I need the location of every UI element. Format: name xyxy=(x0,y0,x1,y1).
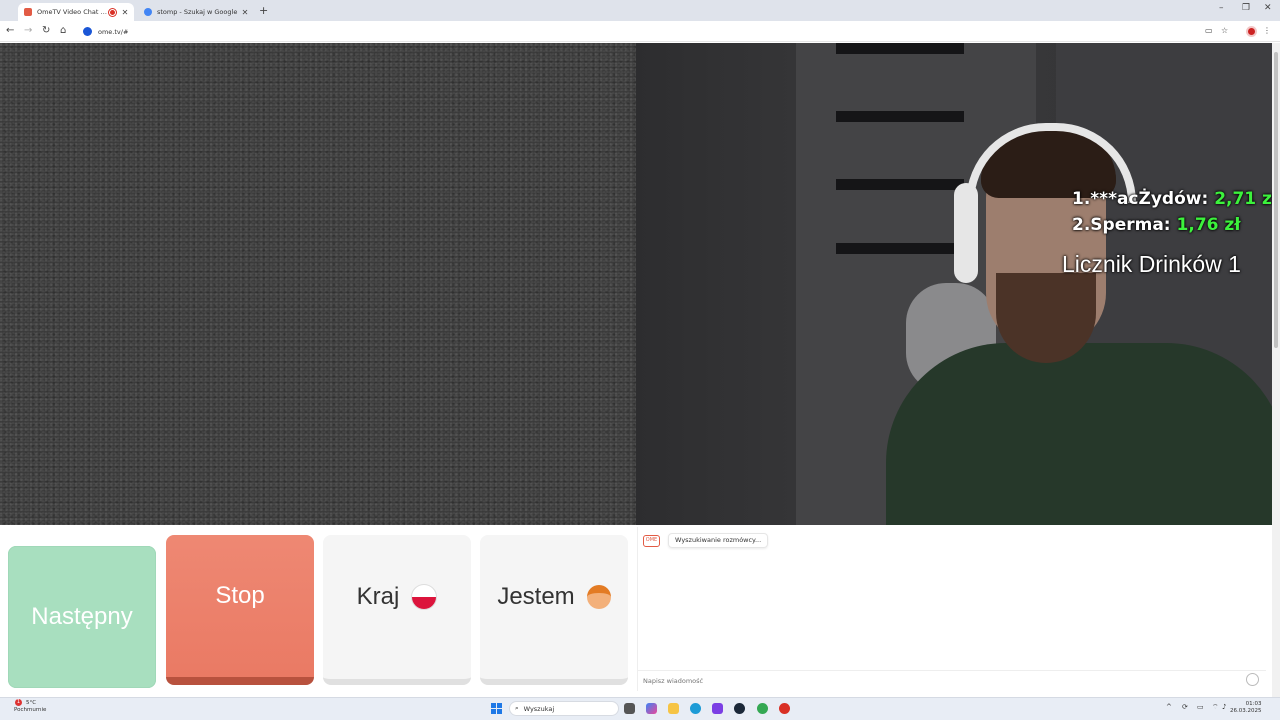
file-explorer-icon[interactable] xyxy=(668,703,679,714)
url-text: ome.tv/# xyxy=(98,27,129,36)
copilot-icon[interactable] xyxy=(646,703,657,714)
tray-display-icon[interactable]: ▭ xyxy=(1197,703,1204,711)
tab-title: stomp - Szukaj w Google xyxy=(157,8,238,16)
emoji-icon[interactable] xyxy=(1246,673,1259,686)
taskbar-search[interactable]: ⌕ Wyszukaj xyxy=(509,701,619,716)
bookmark-star-icon[interactable]: ☆ xyxy=(1221,26,1228,35)
search-icon: ⌕ xyxy=(515,704,519,712)
gender-label: Jestem xyxy=(497,583,575,610)
country-button[interactable]: Kraj xyxy=(323,535,471,685)
control-panel: Następny Stop Kraj Jestem xyxy=(0,525,636,695)
windows-start-icon[interactable] xyxy=(491,703,502,714)
messenger-icon[interactable] xyxy=(712,703,723,714)
maximize-icon[interactable]: ❐ xyxy=(1242,3,1250,13)
url-field[interactable]: ome.tv/# xyxy=(80,24,1200,39)
ometv-logo-icon: OME xyxy=(643,535,660,547)
tray-volume-icon[interactable]: ♪ xyxy=(1222,703,1226,711)
browser-tab-bar: OmeTV Video Chat — Ome ✕ stomp - Szukaj … xyxy=(0,0,1280,21)
stop-button[interactable]: Stop xyxy=(166,535,314,685)
close-window-icon[interactable]: ✕ xyxy=(1264,3,1272,13)
clock[interactable]: 01:03 26.03.2025 xyxy=(1230,701,1262,715)
back-icon[interactable]: ← xyxy=(6,25,14,36)
stranger-video xyxy=(0,43,636,525)
search-placeholder: Wyszukaj xyxy=(523,704,555,713)
tray-chevron-icon[interactable]: ^ xyxy=(1166,703,1172,711)
reload-icon[interactable]: ↻ xyxy=(42,25,50,36)
next-button[interactable]: Następny xyxy=(8,546,156,688)
leader-amount: 2,71 zł xyxy=(1214,189,1279,209)
tray-sync-icon[interactable]: ⟳ xyxy=(1182,703,1188,711)
edge-icon[interactable] xyxy=(690,703,701,714)
chat-message-input[interactable] xyxy=(638,670,1266,690)
boy-emoji-icon xyxy=(586,585,611,609)
task-view-icon[interactable] xyxy=(624,703,635,714)
leader-amount: 1,76 zł xyxy=(1176,215,1241,235)
forward-icon[interactable]: → xyxy=(24,25,32,36)
ometv-favicon-icon xyxy=(24,8,32,16)
address-bar-row: ← → ↻ ⌂ ome.tv/# ▭ ☆ ⋮ xyxy=(0,21,1280,42)
home-icon[interactable]: ⌂ xyxy=(60,25,66,36)
self-camera-video xyxy=(636,43,1272,525)
close-tab-icon[interactable]: ✕ xyxy=(240,8,250,17)
weather-description: Pochmurnie xyxy=(14,707,47,713)
menu-icon[interactable]: ⋮ xyxy=(1263,26,1271,35)
chrome-icon[interactable] xyxy=(757,703,768,714)
minimize-icon[interactable]: – xyxy=(1219,3,1224,13)
clock-date: 26.03.2025 xyxy=(1230,708,1262,714)
drinks-counter: Licznik Drinków 1 xyxy=(1062,251,1241,277)
scrollbar-thumb[interactable] xyxy=(1274,52,1278,348)
site-info-icon[interactable] xyxy=(83,27,92,36)
chat-panel: OME Wyszukiwanie rozmówcy... xyxy=(637,527,1266,691)
leader-name: 2.Sperma: xyxy=(1072,215,1171,235)
weather-badge: 1 xyxy=(15,699,22,706)
close-tab-icon[interactable]: ✕ xyxy=(120,8,130,17)
tab-google-search[interactable]: stomp - Szukaj w Google ✕ xyxy=(138,3,254,21)
profile-avatar[interactable] xyxy=(1246,26,1257,37)
next-label: Następny xyxy=(31,603,133,630)
poland-flag-icon xyxy=(411,584,438,610)
donation-leader-2: 2.Sperma: 1,76 zł xyxy=(1072,215,1241,235)
cast-icon[interactable]: ▭ xyxy=(1205,26,1213,35)
recording-icon xyxy=(109,8,116,16)
country-label: Kraj xyxy=(356,583,400,610)
donation-leader-1: 1.***acŻydów: 2,71 zł xyxy=(1072,189,1278,209)
stop-label: Stop xyxy=(215,582,265,609)
leader-name: 1.***acŻydów: xyxy=(1072,189,1209,209)
chat-status-message: Wyszukiwanie rozmówcy... xyxy=(668,533,769,548)
steam-icon[interactable] xyxy=(734,703,745,714)
clock-time: 01:03 xyxy=(1245,701,1262,707)
windows-taskbar: 5°C Pochmurnie 1 ⌕ Wyszukaj ^ ⟳ ▭ ⌔ ♪ 01… xyxy=(0,697,1280,720)
new-tab-button[interactable]: + xyxy=(259,4,268,17)
gender-button[interactable]: Jestem xyxy=(480,535,628,685)
google-favicon-icon xyxy=(144,8,152,16)
chrome-profile-icon[interactable] xyxy=(779,703,790,714)
person xyxy=(886,343,1272,525)
tab-title: OmeTV Video Chat — Ome xyxy=(37,8,109,16)
tray-wifi-icon[interactable]: ⌔ xyxy=(1212,703,1219,712)
tab-ometv[interactable]: OmeTV Video Chat — Ome ✕ xyxy=(18,3,134,21)
